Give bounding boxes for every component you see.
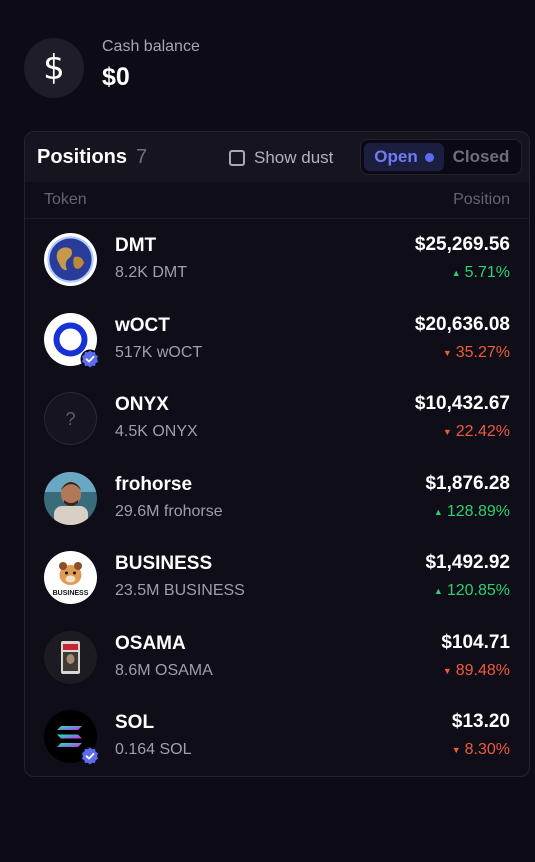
position-row[interactable]: wOCT 517K wOCT $20,636.08 ▼ 35.27% <box>25 299 529 379</box>
token-amount: 4.5K ONYX <box>115 423 198 440</box>
token-name: BUSINESS <box>115 553 213 574</box>
globe-icon <box>44 233 97 286</box>
unknown-token-icon: ? <box>44 392 97 445</box>
triangle-up-icon: ▲ <box>433 506 443 517</box>
position-value: $1,876.28 <box>425 472 510 494</box>
position-value: $13.20 <box>451 711 510 732</box>
positions-title: Positions <box>37 145 128 168</box>
triangle-down-icon: ▼ <box>442 347 452 358</box>
triangle-down-icon: ▼ <box>442 427 452 437</box>
position-value: $20,636.08 <box>414 313 510 335</box>
token-name: ONYX <box>115 394 169 415</box>
price-change: ▼ 35.27% <box>443 344 510 362</box>
token-name: OSAMA <box>115 632 186 654</box>
price-change-percent: 35.27% <box>455 343 510 361</box>
token-amount: 8.2K DMT <box>115 264 188 281</box>
cash-balance-label: Cash balance <box>102 38 200 55</box>
price-change-percent: 5.71% <box>464 264 510 281</box>
tab-closed[interactable]: Closed <box>444 147 518 167</box>
position-value: $10,432.67 <box>414 393 510 414</box>
positions-list: DMT 8.2K DMT $25,269.56 ▲ 5.71% wOCT 517K wOCT… <box>25 219 529 776</box>
positions-count: 7 <box>136 145 148 168</box>
tab-open[interactable]: Open <box>364 143 444 171</box>
triangle-up-icon: ▲ <box>433 586 443 596</box>
position-value: $25,269.56 <box>414 234 510 255</box>
show-dust-checkbox[interactable] <box>229 150 245 166</box>
price-change: ▲ 128.89% <box>434 503 510 521</box>
tab-open-label: Open <box>374 147 418 166</box>
token-name: DMT <box>115 235 157 256</box>
price-change: ▼ 8.30% <box>452 741 510 759</box>
position-row[interactable]: frohorse 29.6M frohorse $1,876.28 ▲ 128.89% <box>25 458 529 538</box>
show-dust-toggle[interactable]: Show dust <box>229 148 333 168</box>
verified-badge-icon <box>80 746 100 766</box>
svg-text:BUSINESS: BUSINESS <box>53 590 89 597</box>
dollar-icon: $ <box>24 38 84 98</box>
svg-text:?: ? <box>65 409 75 429</box>
price-change-percent: 128.89% <box>446 502 510 520</box>
active-dot-icon <box>424 152 434 162</box>
position-row[interactable]: ? ONYX 4.5K ONYX $10,432.67 ▼ 22.42% <box>25 378 529 458</box>
price-change: ▲ 120.85% <box>434 582 510 600</box>
price-change: ▼ 22.42% <box>443 423 510 441</box>
token-amount: 0.164 SOL <box>115 741 192 758</box>
column-position: Position <box>453 191 510 208</box>
business-dog-icon: BUSINESS <box>44 551 97 604</box>
card-photo-icon <box>44 630 97 684</box>
position-value: $1,492.92 <box>425 552 510 573</box>
position-row[interactable]: DMT 8.2K DMT $25,269.56 ▲ 5.71% <box>25 219 529 299</box>
cash-balance: $ Cash balance $0 <box>24 38 200 98</box>
show-dust-label[interactable]: Show dust <box>254 148 333 168</box>
table-header: Token Position <box>25 182 529 219</box>
price-change-percent: 120.85% <box>446 582 510 599</box>
verified-badge-icon <box>80 349 100 369</box>
positions-panel: Positions 7 Show dust Open Closed Token … <box>24 131 530 777</box>
position-row[interactable]: BUSINESS BUSINESS 23.5M BUSINESS $1,492.92 ▲… <box>25 537 529 617</box>
position-row[interactable]: SOL 0.164 SOL $13.20 ▼ 8.30% <box>25 696 529 776</box>
position-value: $104.71 <box>441 631 510 653</box>
price-change-percent: 8.30% <box>464 741 510 758</box>
column-token: Token <box>44 191 87 208</box>
price-change-percent: 89.48% <box>455 661 510 679</box>
position-row[interactable]: OSAMA 8.6M OSAMA $104.71 ▼ 89.48% <box>25 617 529 697</box>
token-name: SOL <box>115 712 155 733</box>
person-photo-icon <box>44 471 97 525</box>
price-change: ▲ 5.71% <box>452 264 510 282</box>
token-amount: 23.5M BUSINESS <box>115 582 245 599</box>
cash-balance-value: $0 <box>102 63 130 91</box>
token-amount: 29.6M frohorse <box>115 502 223 520</box>
triangle-up-icon: ▲ <box>451 268 461 278</box>
token-name: frohorse <box>115 473 193 495</box>
triangle-down-icon: ▼ <box>442 665 452 676</box>
open-closed-toggle: Open Closed <box>360 139 522 175</box>
token-amount: 8.6M OSAMA <box>115 661 213 679</box>
token-name: wOCT <box>115 314 170 336</box>
price-change-percent: 22.42% <box>455 423 510 440</box>
token-amount: 517K wOCT <box>115 343 203 361</box>
price-change: ▼ 89.48% <box>443 662 510 680</box>
triangle-down-icon: ▼ <box>451 745 461 755</box>
positions-header: Positions 7 Show dust Open Closed <box>25 132 529 182</box>
